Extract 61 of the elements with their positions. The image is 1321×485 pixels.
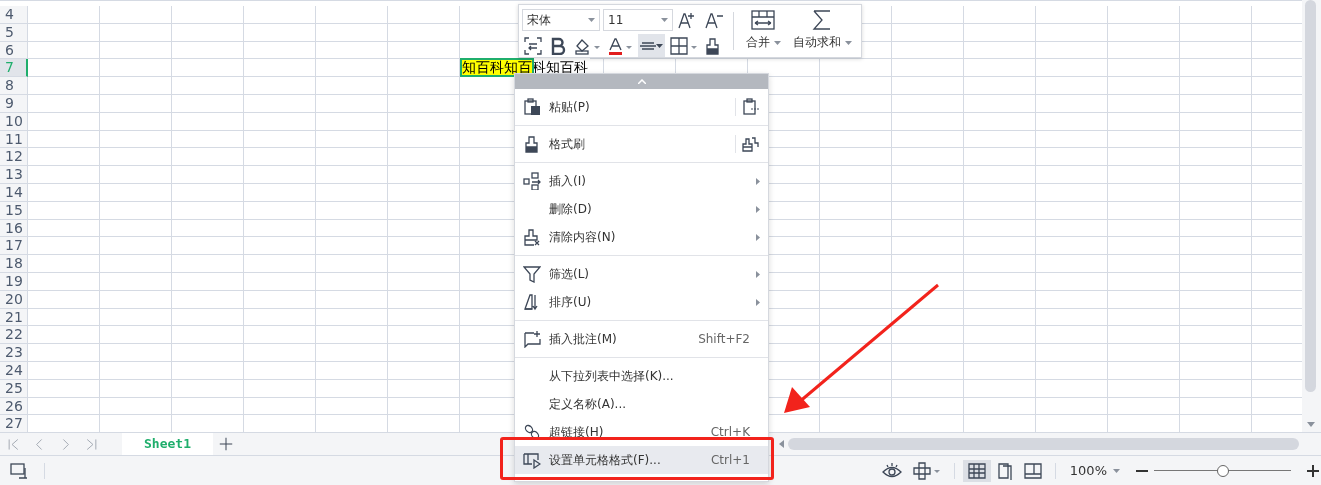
font-color-icon	[608, 36, 633, 55]
select-icon	[524, 36, 542, 55]
normal-view-button[interactable]	[962, 459, 991, 482]
eye-icon	[881, 461, 904, 480]
borders-icon	[670, 36, 697, 55]
menu-item[interactable]: 删除(D)	[515, 195, 768, 223]
row-header[interactable]: 12	[0, 148, 28, 167]
eraser-icon	[523, 228, 541, 246]
align-icon	[640, 41, 656, 50]
zoom-slider-thumb[interactable]	[1216, 464, 1229, 477]
zoom-level[interactable]: 100%	[1063, 459, 1113, 482]
menu-item[interactable]: 定义名称(A)...	[515, 390, 768, 418]
vertical-scrollbar[interactable]	[1302, 0, 1321, 432]
scroll-left-icon	[779, 440, 784, 448]
borders-button[interactable]	[668, 34, 699, 57]
menu-item[interactable]: 插入(I)	[515, 167, 768, 195]
caret-up-icon	[637, 79, 646, 84]
merge-button[interactable]: 合并	[740, 8, 787, 54]
autosum-button[interactable]: 自动求和	[786, 8, 858, 54]
cross-view-icon	[911, 461, 942, 480]
menu-item[interactable]: 插入批注(M) Shift+F2	[515, 325, 768, 353]
macro-icon[interactable]	[10, 461, 30, 480]
menu-item[interactable]: 从下拉列表中选择(K)...	[515, 362, 768, 390]
decrease-font-icon	[705, 10, 725, 29]
zoom-in-icon[interactable]	[1307, 464, 1319, 477]
scroll-down-icon	[1307, 422, 1315, 427]
menu-item[interactable]: 清除内容(N)	[515, 223, 768, 251]
align-button[interactable]	[638, 34, 665, 57]
caret-icon	[773, 40, 781, 45]
menu-item[interactable]: 格式刷	[515, 130, 768, 158]
brushes-icon	[742, 135, 760, 153]
row-header[interactable]: 4	[0, 6, 28, 24]
row-header[interactable]: 8	[0, 77, 28, 95]
row-header[interactable]: 13	[0, 166, 28, 184]
row-header[interactable]: 23	[0, 344, 28, 362]
comment-icon	[523, 330, 541, 348]
filter-icon	[523, 265, 541, 283]
merge-cells-icon	[751, 10, 776, 30]
insert-icon	[523, 172, 541, 190]
add-sheet-icon[interactable]	[218, 437, 233, 451]
paste-icon	[523, 98, 541, 116]
menu-item[interactable]: 筛选(L)	[515, 260, 768, 288]
menu-item[interactable]: 排序(U)	[515, 288, 768, 316]
font-size-select[interactable]: 11	[603, 8, 673, 31]
row-header[interactable]: 18	[0, 255, 28, 273]
page-break-view-icon	[1022, 461, 1043, 480]
format-painter-icon	[704, 36, 722, 55]
select-button[interactable]	[522, 34, 544, 57]
menu-item[interactable]: 设置单元格格式(F)... Ctrl+1	[515, 446, 768, 474]
row-header[interactable]: 17	[0, 237, 28, 256]
format-cells-icon	[523, 451, 541, 469]
menu-item[interactable]: 粘贴(P)	[515, 93, 768, 121]
row-header[interactable]: 27	[0, 415, 28, 434]
paste-options-icon	[742, 98, 760, 116]
font-name-select[interactable]: 宋体	[522, 8, 600, 31]
brush-icon	[523, 135, 541, 153]
caret-icon	[844, 40, 852, 45]
bold-icon	[549, 36, 567, 55]
caret-icon	[1113, 468, 1120, 473]
normal-view-icon	[966, 461, 987, 480]
row-header[interactable]: 22	[0, 326, 28, 345]
